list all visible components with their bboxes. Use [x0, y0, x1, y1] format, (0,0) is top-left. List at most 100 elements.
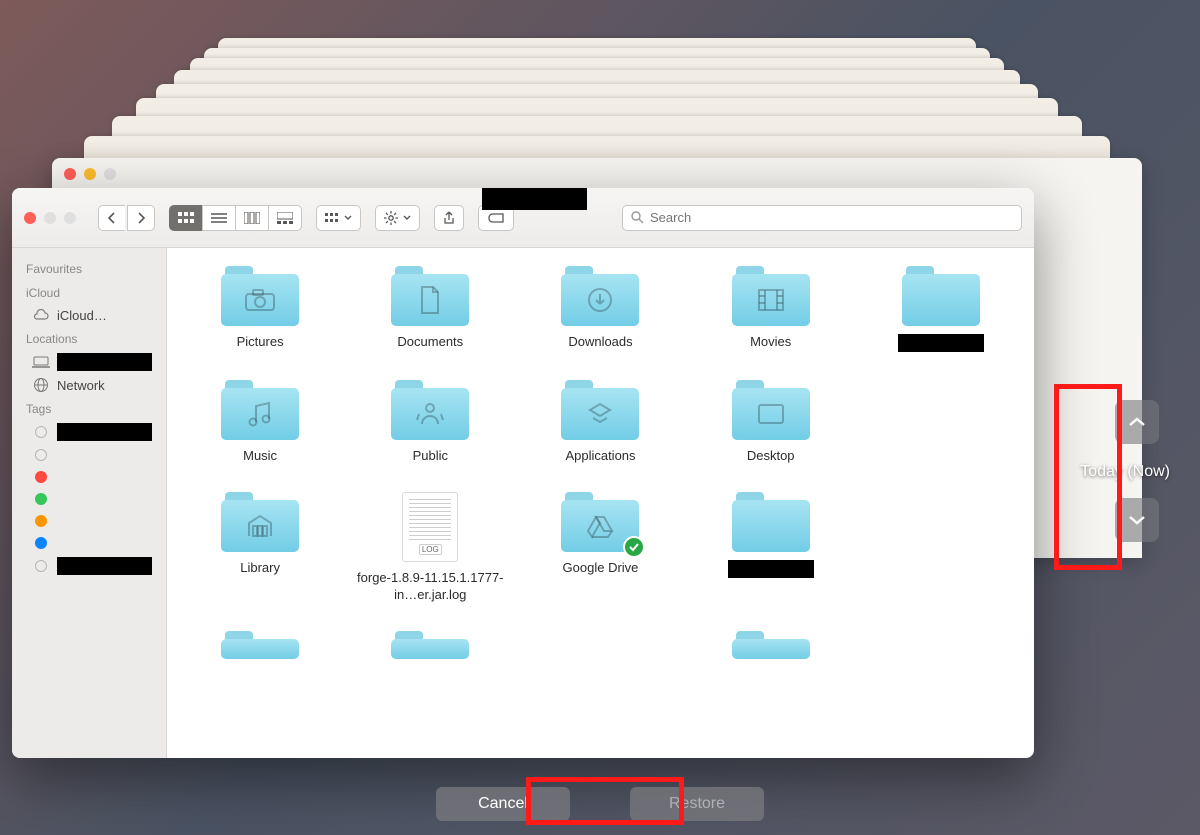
sidebar-section-icloud: iCloud: [12, 280, 166, 304]
folder-item[interactable]: [349, 631, 511, 659]
sidebar-section-tags: Tags: [12, 396, 166, 420]
minimize-dot-icon: [84, 168, 96, 180]
folder-icon: [561, 492, 639, 552]
folder-item[interactable]: [860, 266, 1022, 352]
folder-item[interactable]: Desktop: [690, 380, 852, 464]
forward-button[interactable]: [127, 205, 155, 231]
search-icon: [631, 211, 644, 224]
folder-item[interactable]: Library: [179, 492, 341, 603]
search-field[interactable]: [622, 205, 1022, 231]
file-item[interactable]: LOG forge-1.8.9-11.15.1.1777-in…er.jar.lo…: [349, 492, 511, 603]
folder-item[interactable]: Music: [179, 380, 341, 464]
item-label: Google Drive: [563, 560, 639, 576]
toolbar: [12, 188, 1034, 248]
redacted-label: [57, 423, 152, 441]
folder-item[interactable]: Google Drive: [519, 492, 681, 603]
sidebar-section-favourites: Favourites: [12, 256, 166, 280]
sidebar-item-icloud[interactable]: iCloud…: [12, 304, 166, 326]
folder-icon: [221, 492, 299, 552]
sidebar-item-computer[interactable]: [12, 350, 166, 374]
folder-item[interactable]: Movies: [690, 266, 852, 352]
folder-icon: [391, 631, 469, 659]
finder-window: Favourites iCloud iCloud… Locations Netw…: [12, 188, 1034, 758]
file-grid[interactable]: Pictures Documents Downloads Movies Music Pub…: [167, 248, 1034, 758]
folder-icon: [732, 492, 810, 552]
sidebar-item-network[interactable]: Network: [12, 374, 166, 396]
window-minimize-button[interactable]: [44, 212, 56, 224]
chevron-up-icon: [1128, 416, 1146, 428]
folder-icon: [732, 631, 810, 659]
search-input[interactable]: [650, 210, 1013, 225]
folder-icon: [561, 266, 639, 326]
folder-item[interactable]: Applications: [519, 380, 681, 464]
tag-dot-icon: [35, 449, 47, 461]
redacted-label: [57, 353, 152, 371]
icon-view-button[interactable]: [169, 205, 202, 231]
log-file-icon: LOG: [402, 492, 458, 562]
tag-dot-icon: [35, 560, 47, 572]
sidebar-tag-item[interactable]: [12, 488, 166, 510]
sidebar: Favourites iCloud iCloud… Locations Netw…: [12, 248, 167, 758]
tag-dot-icon: [35, 493, 47, 505]
cloud-icon: [32, 307, 50, 323]
gear-icon: [384, 211, 398, 225]
tag-dot-icon: [35, 515, 47, 527]
title-redacted: [482, 188, 587, 210]
sidebar-tag-item[interactable]: [12, 420, 166, 444]
chevron-down-icon: [344, 215, 352, 221]
gallery-view-button[interactable]: [268, 205, 302, 231]
redacted-label: [728, 560, 814, 578]
folder-item[interactable]: Documents: [349, 266, 511, 352]
item-label: Downloads: [568, 334, 632, 350]
folder-icon: [221, 380, 299, 440]
folder-item[interactable]: Public: [349, 380, 511, 464]
tag-icon: [487, 212, 505, 224]
column-view-button[interactable]: [235, 205, 268, 231]
sidebar-section-locations: Locations: [12, 326, 166, 350]
sidebar-item-label: Network: [57, 378, 105, 393]
item-label: Documents: [397, 334, 463, 350]
item-label: Library: [240, 560, 280, 576]
share-icon: [443, 211, 455, 225]
folder-item[interactable]: [690, 492, 852, 603]
action-button[interactable]: [375, 205, 420, 231]
back-button[interactable]: [98, 205, 125, 231]
window-close-button[interactable]: [24, 212, 36, 224]
view-mode-segment: [169, 205, 302, 231]
sidebar-tag-item[interactable]: [12, 554, 166, 578]
sidebar-tag-item[interactable]: [12, 510, 166, 532]
folder-icon: [561, 380, 639, 440]
sidebar-item-label: iCloud…: [57, 308, 107, 323]
arrange-button[interactable]: [316, 205, 361, 231]
timeline-down-button[interactable]: [1115, 498, 1159, 542]
list-view-button[interactable]: [202, 205, 235, 231]
folder-icon: [221, 266, 299, 326]
close-dot-icon: [64, 168, 76, 180]
share-button[interactable]: [434, 205, 464, 231]
folder-icon: [732, 380, 810, 440]
timeline-up-button[interactable]: [1115, 400, 1159, 444]
item-label: Movies: [750, 334, 791, 350]
sidebar-tag-item[interactable]: [12, 532, 166, 554]
sidebar-tag-item[interactable]: [12, 444, 166, 466]
item-label: Pictures: [237, 334, 284, 350]
folder-icon: [391, 266, 469, 326]
cancel-button[interactable]: Cancel: [436, 787, 570, 821]
sidebar-tag-item[interactable]: [12, 466, 166, 488]
tag-dot-icon: [35, 426, 47, 438]
restore-button[interactable]: Restore: [630, 787, 764, 821]
folder-item[interactable]: Downloads: [519, 266, 681, 352]
item-label: Applications: [565, 448, 635, 464]
folder-item[interactable]: [179, 631, 341, 659]
laptop-icon: [32, 354, 50, 370]
folder-icon: [391, 380, 469, 440]
item-label: forge-1.8.9-11.15.1.1777-in…er.jar.log: [355, 570, 505, 603]
folder-icon: [221, 631, 299, 659]
folder-item[interactable]: [690, 631, 852, 659]
window-zoom-button[interactable]: [64, 212, 76, 224]
redacted-label: [57, 557, 152, 575]
folder-item[interactable]: Pictures: [179, 266, 341, 352]
chevron-down-icon: [1128, 514, 1146, 526]
item-label: Desktop: [747, 448, 795, 464]
item-label: Public: [413, 448, 448, 464]
